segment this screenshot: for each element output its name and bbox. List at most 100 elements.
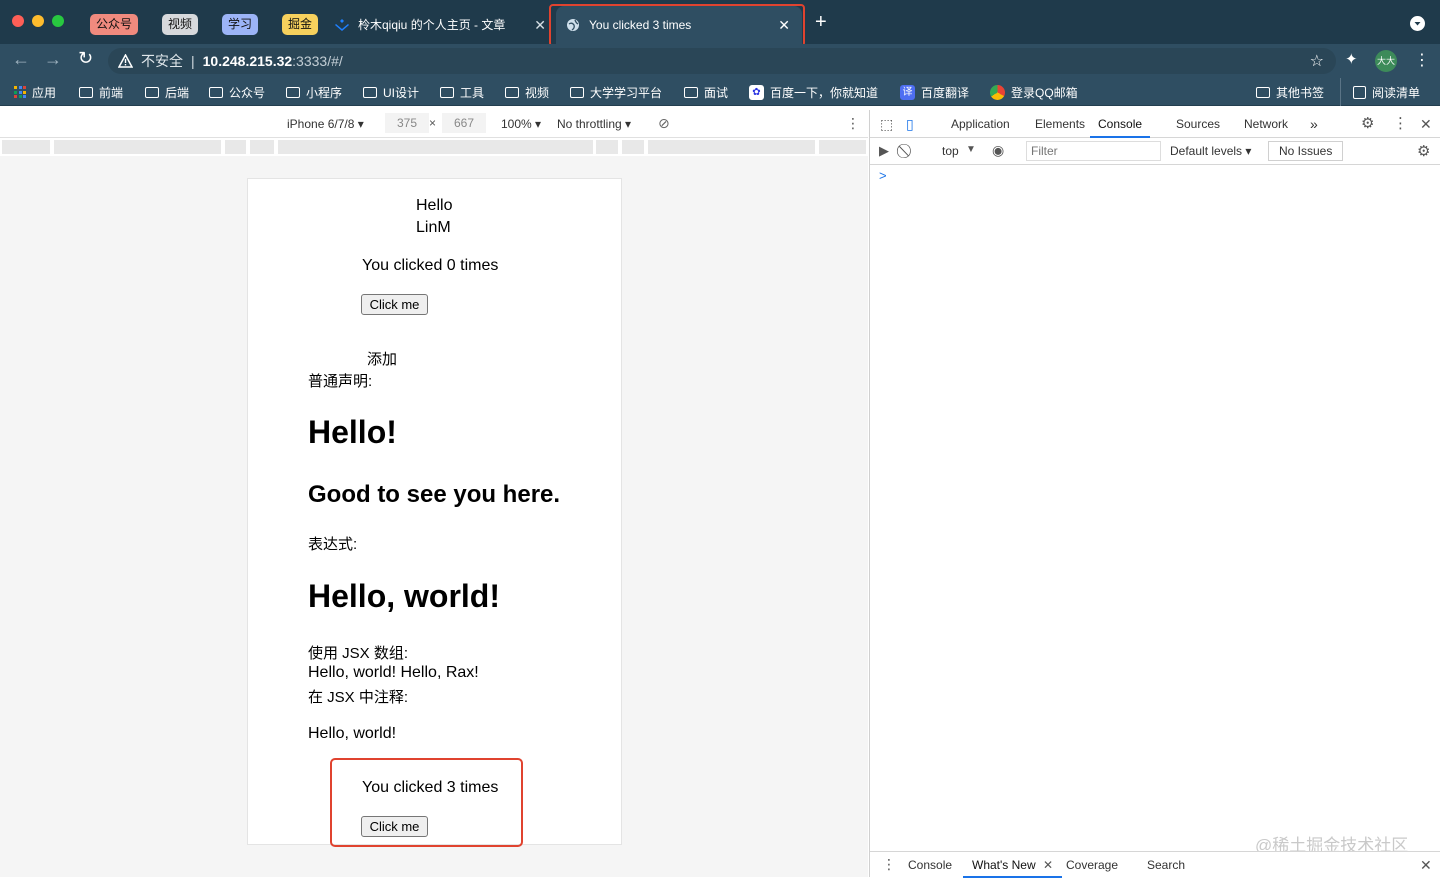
bookmark-apps[interactable]: 应用 [14,78,56,106]
close-tab-icon[interactable]: ✕ [1043,858,1053,872]
new-tab-icon[interactable]: + [815,11,827,34]
zoom-select[interactable]: 100% ▾ [501,117,541,131]
bookmark-qq-mail[interactable]: 登录QQ邮箱 [990,78,1078,106]
greeting-heading: Good to see you here. [308,481,561,508]
device-toggle-icon[interactable]: ▯ [906,110,914,138]
bookmark-baidu-translate[interactable]: 译百度翻译 [900,78,969,106]
tab-group-juejin[interactable]: 掘金 [282,14,319,35]
console-filter-input[interactable] [1026,141,1161,161]
bookmark-frontend[interactable]: 前端 [79,78,123,106]
bookmark-tools[interactable]: 工具 [440,78,484,106]
drawer-tab-coverage[interactable]: Coverage [1066,858,1118,872]
bookmark-label: 大学学习平台 [590,85,663,100]
drawer-menu-icon[interactable]: ⋮ [882,856,896,873]
tab-group-gongzhonghao[interactable]: 公众号 [90,14,139,35]
bookmark-label: 百度一下，你就知道 [770,85,879,100]
bookmark-other[interactable]: 其他书签 [1256,78,1324,106]
folder-icon [209,86,223,98]
click-me-button[interactable]: Click me [361,294,428,315]
address-bar-row: ← → ↻ 不安全 | 10.248.215.32 :3333/#/ ☆ ✦ 大… [0,44,1440,78]
bookmark-star-icon[interactable]: ☆ [1310,51,1324,71]
device-toolbar-menu-icon[interactable]: ⋮ [846,115,860,132]
forward-icon[interactable]: → [44,49,62,70]
qq-mail-icon [990,84,1005,100]
tab-title: 柃木qiqiu 的个人主页 - 文章 [358,18,506,32]
bookmark-label: 面试 [704,85,729,100]
sidebar-toggle-icon[interactable]: ▶ [879,143,889,159]
device-width-input[interactable]: 375 [385,113,429,133]
bookmark-backend[interactable]: 后端 [145,78,189,106]
bookmark-label: 公众号 [229,85,266,100]
close-drawer-icon[interactable]: ✕ [1420,857,1432,874]
bookmark-label: 小程序 [306,85,343,100]
add-text: 添加 [367,351,398,368]
hello-world-heading: Hello, world! [308,578,500,614]
more-tabs-icon[interactable]: » [1310,110,1318,138]
folder-icon [684,86,698,98]
bookmark-label: 工具 [460,85,485,100]
folder-icon [440,86,454,98]
folder-icon [363,86,377,98]
bookmark-university[interactable]: 大学学习平台 [570,78,662,106]
bookmark-miniprogram[interactable]: 小程序 [286,78,342,106]
throttling-select[interactable]: No throttling ▾ [557,117,631,131]
drawer-tab-console[interactable]: Console [908,858,952,872]
tab-sources[interactable]: Sources [1176,110,1220,138]
tab-group-study[interactable]: 学习 [222,14,259,35]
device-height-input[interactable]: 667 [442,113,486,133]
tab-console[interactable]: Console [1090,110,1151,138]
drawer-tab-search[interactable]: Search [1147,858,1185,872]
bookmark-label: 前端 [99,85,124,100]
bookmark-ui-design[interactable]: UI设计 [363,78,419,106]
console-prompt[interactable]: > [879,168,887,183]
reload-icon[interactable]: ↻ [78,48,93,69]
drawer-tab-whats-new[interactable]: What's New ✕ [963,852,1063,878]
bookmarks-bar: 应用 前端 后端 公众号 小程序 UI设计 工具 视频 大学学习平台 面试 ✿ 百… [0,78,1440,106]
hello-heading: Hello! [308,414,397,450]
rotate-icon[interactable]: ⊘ [658,115,670,132]
bookmark-baidu[interactable]: ✿ 百度一下，你就知道 [749,78,878,106]
bookmark-label: 应用 [32,85,57,100]
devtools-panel: ⬚ ▯ Application Elements Console Sources… [869,110,1440,878]
tab-network[interactable]: Network [1244,110,1288,138]
highlight-active-tab [549,4,805,47]
close-tab-icon[interactable]: ✕ [534,6,546,44]
log-levels-select[interactable]: Default levels ▾ [1170,144,1251,158]
tab-juejin-profile[interactable]: 柃木qiqiu 的个人主页 - 文章 ✕ [334,6,548,44]
bookmark-video[interactable]: 视频 [505,78,549,106]
settings-gear-icon[interactable]: ⚙ [1361,110,1374,138]
context-select[interactable]: top [942,144,959,158]
bookmark-interview[interactable]: 面试 [684,78,728,106]
minimize-window-icon[interactable] [32,15,44,27]
close-window-icon[interactable] [12,15,24,27]
devtools-menu-icon[interactable]: ⋮ [1393,110,1408,138]
apps-grid-icon [14,86,26,98]
extensions-icon[interactable]: ✦ [1345,50,1358,68]
reading-list[interactable]: 阅读清单 [1340,78,1420,106]
bookmark-label: UI设计 [383,85,420,100]
inspect-element-icon[interactable]: ⬚ [880,110,893,138]
bookmark-gongzhonghao[interactable]: 公众号 [209,78,265,106]
url-path: :3333/#/ [292,53,343,69]
tab-elements[interactable]: Elements [1035,110,1085,138]
tab-group-video[interactable]: 视频 [162,14,199,35]
profile-avatar[interactable]: 大大 [1375,50,1397,72]
console-toolbar: ▶ ⃠ top ▼ ◉ Default levels ▾ No Issues ⚙ [870,138,1440,165]
live-expression-eye-icon[interactable]: ◉ [992,142,1004,159]
jsx-comment-label: 在 JSX 中注释: [308,689,409,706]
tab-search-icon[interactable] [1410,16,1425,31]
url-host: 10.248.215.32 [202,53,293,69]
maximize-window-icon[interactable] [52,15,64,27]
device-select[interactable]: iPhone 6/7/8 ▾ [287,117,364,131]
close-devtools-icon[interactable]: ✕ [1420,110,1432,138]
omnibox[interactable]: 不安全 | 10.248.215.32 :3333/#/ ☆ [108,48,1336,74]
folder-icon [570,86,584,98]
tab-application[interactable]: Application [951,110,1010,138]
issues-button[interactable]: No Issues [1268,141,1344,161]
jsx-array-label: 使用 JSX 数组: [308,645,409,662]
menu-icon[interactable]: ⋮ [1414,50,1430,70]
bookmark-label: 后端 [165,85,190,100]
back-icon[interactable]: ← [12,49,30,70]
console-settings-icon[interactable]: ⚙ [1417,142,1430,160]
folder-icon [79,86,93,98]
